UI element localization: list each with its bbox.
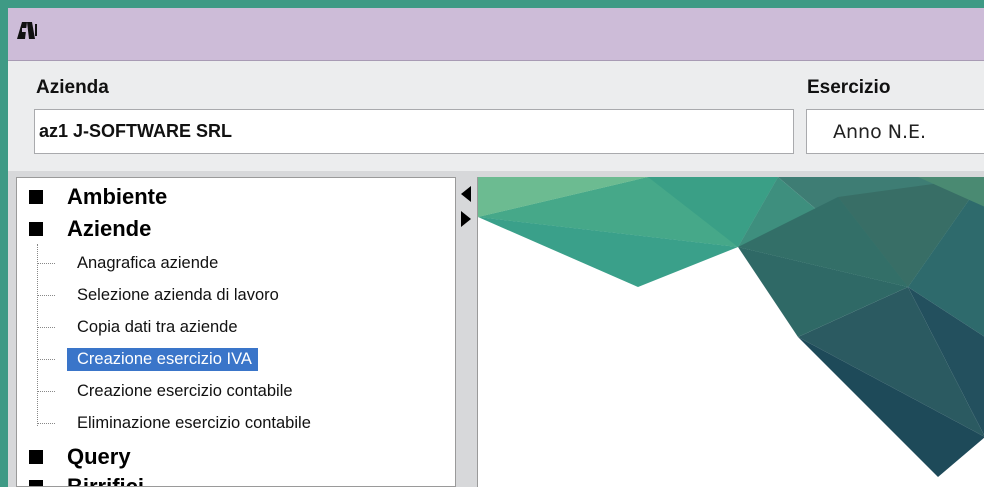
application-window: Azienda az1 J-SOFTWARE SRL Esercizio Ann… xyxy=(8,8,984,487)
tree-connector xyxy=(37,295,55,296)
esercizio-value: Anno N.E. xyxy=(833,120,927,143)
square-bullet-icon xyxy=(29,222,43,236)
tree-group-aziende[interactable]: Aziende xyxy=(17,214,151,244)
arrow-left-icon[interactable] xyxy=(461,186,471,202)
tree-group-label: Aziende xyxy=(67,216,152,241)
background-artwork xyxy=(477,177,984,487)
esercizio-label: Esercizio xyxy=(807,77,891,98)
tree-connector xyxy=(37,423,55,424)
azienda-field[interactable]: az1 J-SOFTWARE SRL xyxy=(34,109,794,154)
tree-group-label: Query xyxy=(67,444,131,469)
tree-item-label: Anagrafica aziende xyxy=(77,253,219,272)
menu-tree: Ambiente Aziende Anagrafica aziende Sele… xyxy=(16,177,456,487)
panel-splitter[interactable] xyxy=(458,171,476,487)
azienda-value: az1 J-SOFTWARE SRL xyxy=(39,121,233,141)
tree-connector xyxy=(37,391,55,392)
tree-item-copia-dati[interactable]: Copia dati tra aziende xyxy=(17,314,447,340)
arrow-right-icon[interactable] xyxy=(461,211,471,227)
tree-group-label: Ambiente xyxy=(67,184,168,209)
tree-item-label: Copia dati tra aziende xyxy=(77,317,238,336)
tree-group-label: Birrifici xyxy=(67,474,145,487)
tree-item-creazione-esercizio-iva[interactable]: Creazione esercizio IVA xyxy=(17,346,447,372)
tree-item-eliminazione-esercizio[interactable]: Eliminazione esercizio contabile xyxy=(17,410,447,436)
content-area: Ambiente Aziende Anagrafica aziende Sele… xyxy=(8,171,984,487)
tree-item-label: Creazione esercizio contabile xyxy=(77,381,293,400)
square-bullet-icon xyxy=(29,480,43,486)
tree-item-label: Eliminazione esercizio contabile xyxy=(77,413,311,432)
tree-item-label: Selezione azienda di lavoro xyxy=(77,285,279,304)
tree-connector xyxy=(37,327,55,328)
tree-item-label-selected: Creazione esercizio IVA xyxy=(67,347,258,371)
square-bullet-icon xyxy=(29,450,43,464)
tree-group-birrifici[interactable]: Birrifici xyxy=(17,472,145,487)
header-panel: Azienda az1 J-SOFTWARE SRL Esercizio Ann… xyxy=(8,61,984,171)
title-bar xyxy=(8,8,984,61)
tree-group-ambiente[interactable]: Ambiente xyxy=(17,182,167,212)
tree-connector xyxy=(37,359,55,360)
tree-group-query[interactable]: Query xyxy=(17,442,131,472)
square-bullet-icon xyxy=(29,190,43,204)
tree-connector xyxy=(37,263,55,264)
app-logo-icon xyxy=(16,20,38,40)
tree-item-creazione-esercizio-contabile[interactable]: Creazione esercizio contabile xyxy=(17,378,447,404)
esercizio-field[interactable]: Anno N.E. xyxy=(806,109,984,154)
polygon-background xyxy=(478,177,984,477)
tree-item-selezione-azienda[interactable]: Selezione azienda di lavoro xyxy=(17,282,447,308)
azienda-label: Azienda xyxy=(36,77,109,98)
tree-item-anagrafica-aziende[interactable]: Anagrafica aziende xyxy=(17,250,447,276)
